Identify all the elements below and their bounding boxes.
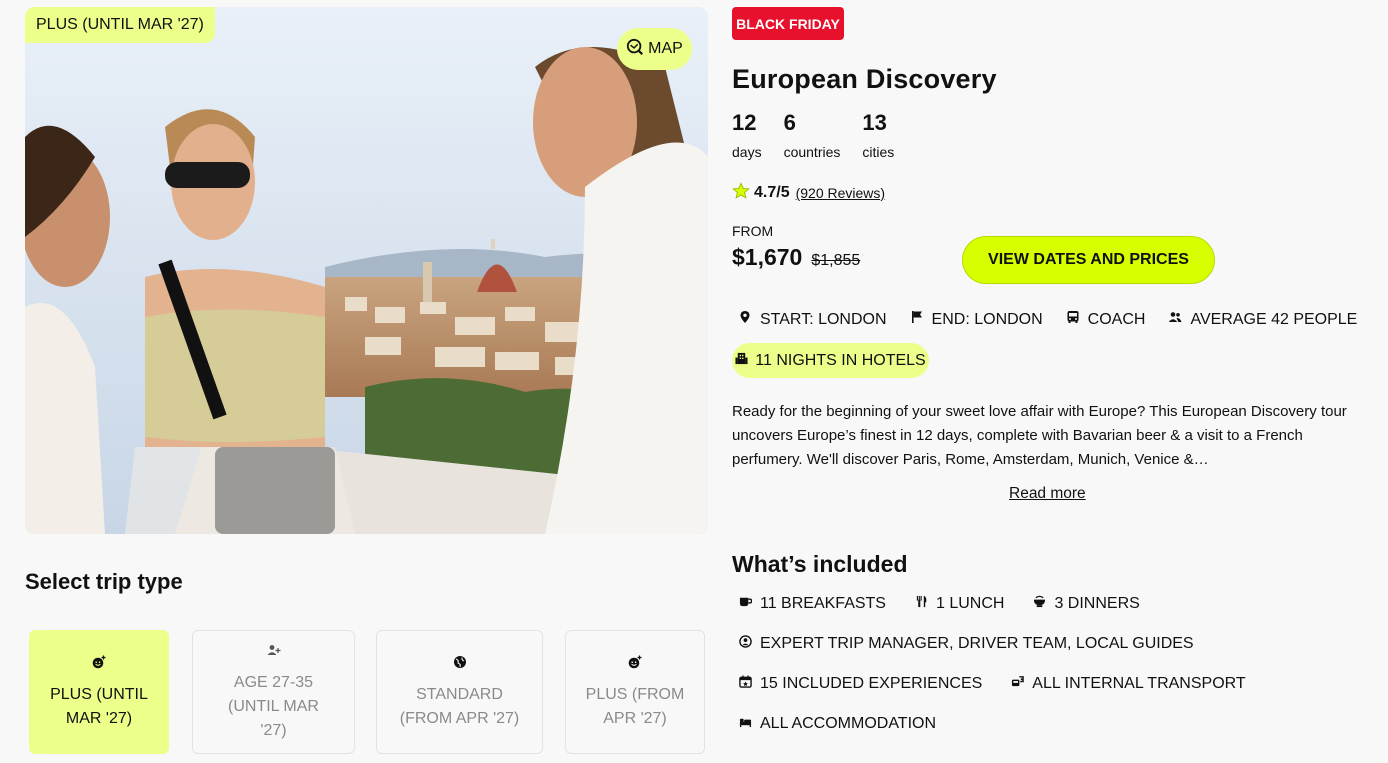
rating: 4.7/5 (920 Reviews) [732, 182, 885, 204]
hotel-nights-pill: 11 NIGHTS IN HOTELS [732, 343, 929, 378]
globe-icon [453, 653, 467, 677]
flag-icon [910, 310, 924, 329]
plus-smile-icon [92, 653, 106, 677]
fact-start: START: LONDON [738, 310, 887, 329]
included-label: EXPERT TRIP MANAGER, DRIVER TEAM, LOCAL … [760, 635, 1194, 652]
trip-type-option-standard[interactable]: STANDARD (FROM APR '27) [376, 630, 543, 754]
stat-countries: 6 countries [784, 110, 841, 160]
from-label: FROM [732, 223, 774, 239]
included-row: 15 INCLUDED EXPERIENCES ALL INTERNAL TRA… [739, 675, 1246, 693]
stat-label: cities [862, 144, 895, 160]
map-search-icon [626, 38, 644, 61]
location-pin-icon [738, 310, 752, 329]
reviews-link[interactable]: (920 Reviews) [796, 185, 885, 201]
trip-stats: 12 days 6 countries 13 cities [732, 110, 894, 160]
included-row: ALL ACCOMMODATION [739, 715, 936, 733]
stat-value: 6 [783, 110, 796, 135]
included-item-breakfasts: 11 BREAKFASTS [739, 595, 886, 613]
trip-title: European Discovery [732, 64, 997, 94]
included-item-experiences: 15 INCLUDED EXPERIENCES [739, 675, 982, 693]
trip-description: Ready for the beginning of your sweet lo… [732, 403, 1347, 468]
price: $1,670 $1,855 [732, 244, 860, 271]
included-item-accommodation: ALL ACCOMMODATION [739, 715, 936, 733]
fact-label: END: LONDON [931, 310, 1043, 328]
included-label: ALL ACCOMMODATION [760, 715, 937, 732]
included-label: ALL INTERNAL TRANSPORT [1032, 675, 1246, 692]
stat-label: countries [783, 144, 841, 160]
included-row: 11 BREAKFASTS 1 LUNCH 3 DINNERS [739, 595, 1140, 613]
stat-value: 13 [862, 110, 887, 135]
select-trip-type-title: Select trip type [25, 569, 183, 594]
included-item-dinners: 3 DINNERS [1033, 595, 1140, 613]
fact-label: AVERAGE 42 PEOPLE [1190, 310, 1358, 328]
stat-days: 12 days [732, 110, 762, 160]
coach-icon [1066, 310, 1080, 329]
trip-type-label: AGE 27-35 (UNTIL MAR '27) [228, 674, 319, 739]
trip-type-label: PLUS (FROM APR '27) [585, 686, 685, 727]
cutlery-icon [915, 595, 928, 613]
included-item-lunch: 1 LUNCH [915, 595, 1004, 613]
fact-transport: COACH [1066, 310, 1146, 329]
trip-type-label: PLUS (UNTIL MAR '27) [50, 686, 148, 727]
trip-type-option-plus-from-apr[interactable]: PLUS (FROM APR '27) [565, 630, 705, 754]
trip-type-label: STANDARD (FROM APR '27) [399, 686, 520, 727]
fact-label: COACH [1087, 310, 1146, 328]
hero-trip-badge: PLUS (UNTIL MAR '27) [25, 7, 215, 43]
included-label: 11 BREAKFASTS [760, 595, 886, 612]
bed-icon [739, 715, 752, 733]
trip-type-option-age-27-35[interactable]: AGE 27-35 (UNTIL MAR '27) [192, 630, 355, 754]
stat-cities: 13 cities [862, 110, 894, 160]
trip-type-option-plus-until-mar[interactable]: PLUS (UNTIL MAR '27) [29, 630, 169, 754]
people-icon [1168, 310, 1182, 329]
add-person-icon [267, 641, 281, 665]
rating-score: 4.7/5 [754, 184, 790, 201]
calendar-star-icon [739, 675, 752, 693]
dinner-icon [1033, 595, 1046, 613]
read-more-link[interactable]: Read more [1009, 485, 1086, 503]
whats-included-title: What’s included [732, 551, 908, 577]
breakfast-icon [739, 595, 753, 613]
fact-label: START: LONDON [760, 310, 887, 328]
map-button-label: MAP [648, 40, 683, 57]
current-price: $1,670 [732, 244, 803, 270]
included-item-staff: EXPERT TRIP MANAGER, DRIVER TEAM, LOCAL … [739, 635, 1194, 653]
star-icon [732, 182, 750, 204]
included-row: EXPERT TRIP MANAGER, DRIVER TEAM, LOCAL … [739, 635, 1194, 653]
included-item-transport: ALL INTERNAL TRANSPORT [1011, 675, 1246, 693]
transport-icon [1011, 675, 1025, 693]
black-friday-badge: BLACK FRIDAY [732, 7, 844, 40]
stat-value: 12 [732, 110, 757, 135]
trip-facts: START: LONDON END: LONDON COACH AVERAGE … [738, 310, 1357, 329]
plus-smile-icon [628, 653, 642, 677]
hero-image[interactable] [25, 7, 708, 534]
included-label: 1 LUNCH [935, 595, 1005, 612]
hotel-nights-label: 11 NIGHTS IN HOTELS [755, 351, 926, 369]
guide-icon [739, 635, 752, 653]
hero-photo-illustration [25, 7, 708, 534]
hotel-icon [735, 352, 748, 370]
included-label: 3 DINNERS [1054, 595, 1140, 612]
fact-group-size: AVERAGE 42 PEOPLE [1168, 310, 1357, 329]
included-label: 15 INCLUDED EXPERIENCES [760, 675, 983, 692]
view-dates-and-prices-button[interactable]: VIEW DATES AND PRICES [962, 236, 1215, 284]
fact-end: END: LONDON [910, 310, 1043, 329]
stat-label: days [732, 144, 762, 160]
map-button[interactable]: MAP [617, 28, 692, 70]
original-price: $1,855 [811, 252, 861, 269]
